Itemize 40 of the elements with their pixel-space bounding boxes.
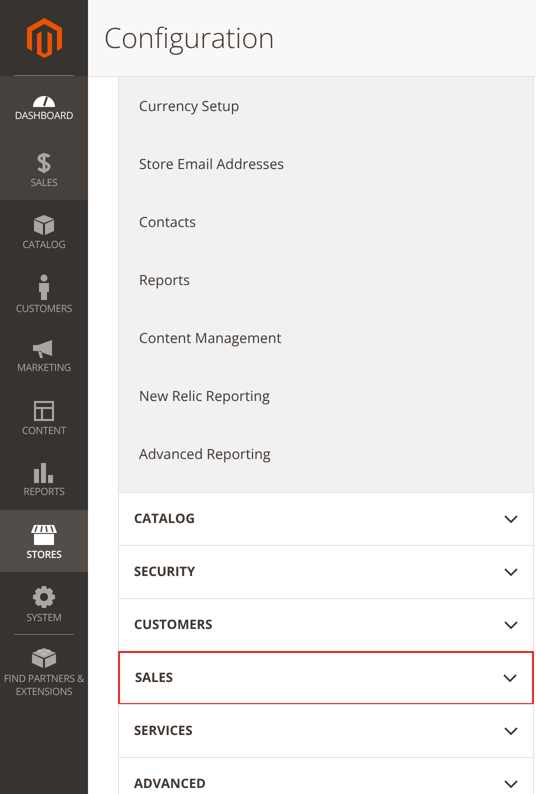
layout-icon xyxy=(33,400,55,422)
gauge-icon xyxy=(32,94,56,106)
section-title: SERVICES xyxy=(134,721,192,741)
chevron-down-icon xyxy=(504,514,518,524)
section-title: CUSTOMERS xyxy=(134,615,212,635)
brick-icon xyxy=(31,645,57,669)
sidebar-item[interactable]: DASHBOARD xyxy=(0,76,88,138)
box-icon xyxy=(33,214,55,236)
submenu-link[interactable]: Contacts xyxy=(119,193,533,251)
dollar-icon xyxy=(36,152,52,174)
section-title: ADVANCED xyxy=(134,774,206,794)
config-section[interactable]: SECURITY xyxy=(118,545,534,599)
submenu-link[interactable]: New Relic Reporting xyxy=(119,367,533,425)
section-title: SECURITY xyxy=(134,562,196,582)
submenu-link[interactable]: Currency Setup xyxy=(119,77,533,135)
section-title: SALES xyxy=(135,668,173,688)
section-title: CATALOG xyxy=(134,509,195,529)
sidebar-item[interactable]: STORES xyxy=(0,510,88,572)
submenu-link[interactable]: Reports xyxy=(119,251,533,309)
bar-chart-icon xyxy=(33,462,55,482)
submenu-link[interactable]: Content Management xyxy=(119,309,533,367)
sidebar-item[interactable]: FIND PARTNERS & EXTENSIONS xyxy=(0,635,88,698)
config-section[interactable]: ADVANCED xyxy=(118,757,534,794)
logo-icon xyxy=(26,18,62,58)
config-section[interactable]: SERVICES xyxy=(118,704,534,758)
page-title: Configuration xyxy=(104,18,275,59)
config-section[interactable]: CUSTOMERS xyxy=(118,598,534,652)
person-icon xyxy=(37,274,51,300)
chevron-down-icon xyxy=(503,674,517,682)
chevron-down-icon xyxy=(504,620,518,630)
gear-icon xyxy=(32,584,56,608)
chevron-down-icon xyxy=(504,568,518,576)
sidebar-item[interactable]: SALES xyxy=(0,138,88,200)
config-section[interactable]: SALES xyxy=(118,651,534,705)
submenu-link[interactable]: Advanced Reporting xyxy=(119,425,533,483)
chevron-down-icon xyxy=(504,780,518,788)
submenu-link[interactable]: Store Email Addresses xyxy=(119,135,533,193)
config-section[interactable]: CATALOG xyxy=(118,492,534,546)
chevron-down-icon xyxy=(504,726,518,736)
store-icon xyxy=(31,524,57,546)
